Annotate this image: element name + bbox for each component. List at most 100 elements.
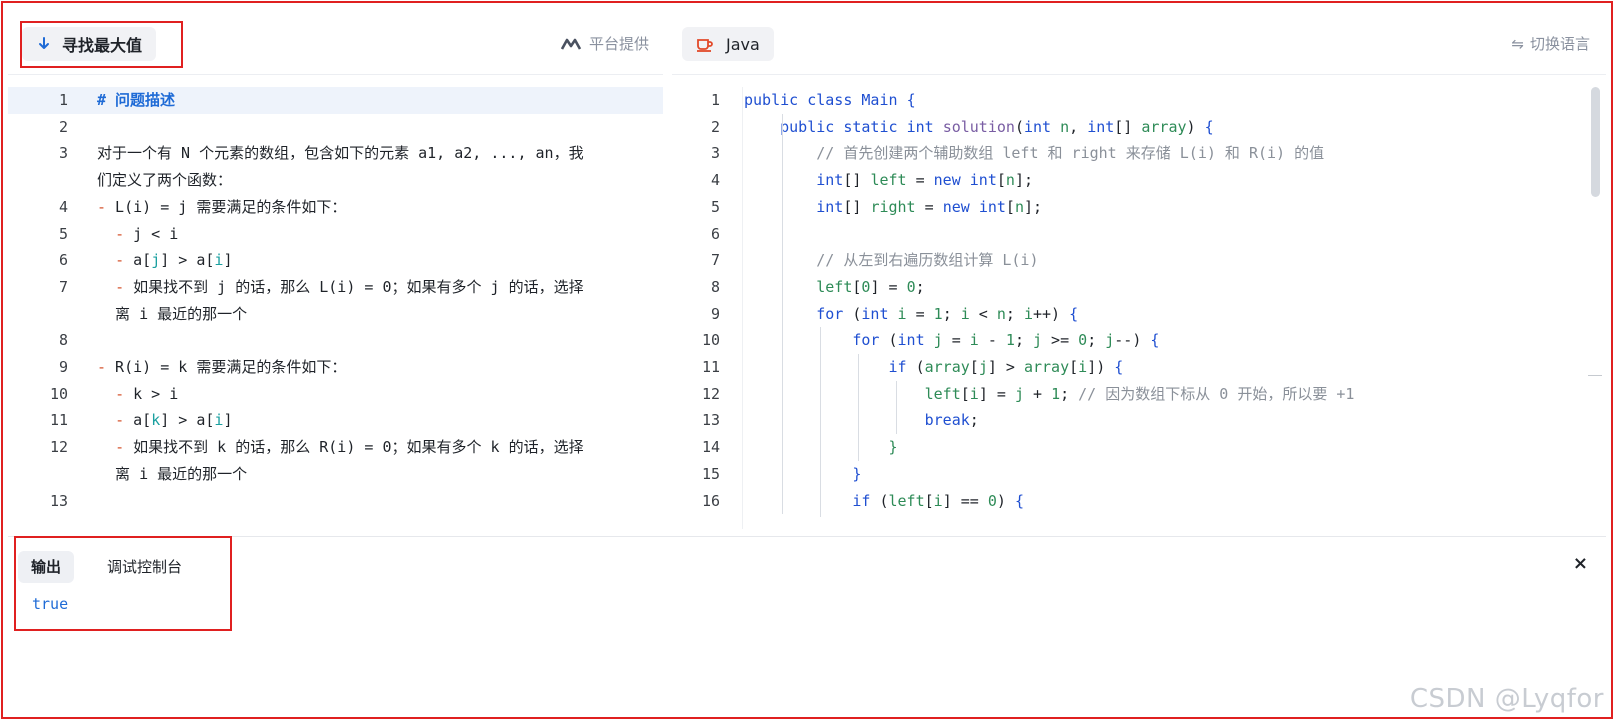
language-tab[interactable]: Java <box>682 27 774 61</box>
code-line: 2 public static int solution(int n, int[… <box>672 114 1606 141</box>
line-number: 7 <box>710 251 720 270</box>
code-line: 离 i 最近的那一个 <box>8 461 663 488</box>
problem-title-tab[interactable]: 寻找最大值 <box>22 27 157 61</box>
line-text: for (int i = 1; i < n; i++) { <box>816 304 1079 323</box>
swap-icon: ⇋ <box>1511 34 1524 53</box>
line-text: // 从左到右遍历数组计算 L(i) <box>816 251 1039 270</box>
code-line: 10 for (int j = i - 1; j >= 0; j--) { <box>672 327 1606 354</box>
code-line: 6 <box>672 221 1606 248</box>
line-number: 13 <box>49 491 68 510</box>
line-text: public static int solution(int n, int[] … <box>780 117 1214 136</box>
switch-language-button[interactable]: ⇋ 切换语言 <box>1511 33 1590 54</box>
code-line: 11 if (array[j] > array[i]) { <box>672 354 1606 381</box>
line-number: 9 <box>58 358 68 376</box>
line-number: 9 <box>710 304 720 323</box>
line-text: for (int j = i - 1; j >= 0; j--) { <box>852 331 1160 350</box>
line-text: left[0] = 0; <box>816 277 925 296</box>
code-line: 3 对于一个有 N 个元素的数组，包含如下的元素 a1, a2, ..., an，… <box>8 140 663 167</box>
code-line: 11 - a[k] > a[i] <box>8 407 663 434</box>
problem-editor[interactable]: 1 # 问题描述 2 3 对于一个有 N 个元素的数组，包含如下的元素 a1, a2, … <box>8 87 663 529</box>
line-number: 13 <box>701 411 720 430</box>
code-line: 10 - k > i <box>8 381 663 408</box>
line-number: 2 <box>58 117 68 136</box>
line-text: public class Main { <box>744 91 916 109</box>
output-panel: 输出 调试控制台 true × <box>8 536 1606 712</box>
line-number: 12 <box>701 384 720 403</box>
line-number: 8 <box>710 277 720 296</box>
code-editor[interactable]: 1 public class Main { 2 public static int … <box>672 87 1606 529</box>
code-line: 5 int[] right = new int[n]; <box>672 194 1606 221</box>
line-text: if (array[j] > array[i]) { <box>888 358 1124 376</box>
indent-guide <box>820 327 821 517</box>
output-text: true <box>32 595 69 613</box>
code-line: 4 - L(i) = j 需要满足的条件如下： <box>8 194 663 221</box>
code-line: 1 # 问题描述 <box>8 87 663 114</box>
close-icon[interactable]: × <box>1573 553 1588 574</box>
code-header: Java ⇋ 切换语言 <box>672 13 1606 75</box>
line-number: 16 <box>701 491 720 510</box>
line-text: left[i] = j + 1; // 因为数组下标从 0 开始，所以要 +1 <box>924 384 1355 403</box>
line-text: 离 i 最近的那一个 <box>97 464 248 483</box>
line-text: // 首先创建两个辅助数组 left 和 right 来存储 L(i) 和 R(… <box>816 144 1325 163</box>
line-number: 8 <box>58 331 68 350</box>
code-line: 8 <box>8 327 663 354</box>
line-text: - R(i) = k 需要满足的条件如下： <box>97 358 347 376</box>
line-number: 11 <box>701 358 720 376</box>
line-number: 4 <box>710 171 720 190</box>
line-text: break; <box>924 411 979 430</box>
line-number: 6 <box>58 251 68 270</box>
tab-output[interactable]: 输出 <box>18 551 75 583</box>
line-text: - 如果找不到 j 的话，那么 L(i) = 0；如果有多个 j 的话，选择 <box>115 277 584 296</box>
line-number: 1 <box>710 91 720 109</box>
provider-label: 平台提供 <box>588 35 649 53</box>
code-line: 5 - j < i <box>8 221 663 248</box>
coffee-cup-icon <box>697 39 713 52</box>
line-number: 2 <box>710 117 720 136</box>
line-number: 3 <box>58 144 68 163</box>
platform-logo-icon <box>560 38 582 50</box>
line-text: - a[j] > a[i] <box>115 251 233 270</box>
line-text: 们定义了两个函数： <box>97 171 233 190</box>
code-line: 4 int[] left = new int[n]; <box>672 167 1606 194</box>
arrow-down-icon <box>39 37 49 49</box>
line-text: int[] right = new int[n]; <box>816 197 1043 216</box>
code-line: 12 left[i] = j + 1; // 因为数组下标从 0 开始，所以要 … <box>672 381 1606 408</box>
tab-debug-console[interactable]: 调试控制台 <box>94 551 195 583</box>
line-text: int[] left = new int[n]; <box>816 171 1033 190</box>
line-number: 5 <box>710 197 720 216</box>
code-line: 12 - 如果找不到 k 的话，那么 R(i) = 0；如果有多个 k 的话，选… <box>8 434 663 461</box>
code-line: 6 - a[j] > a[i] <box>8 247 663 274</box>
line-text: 对于一个有 N 个元素的数组，包含如下的元素 a1, a2, ..., an，我 <box>97 144 584 163</box>
line-number: 1 <box>58 91 68 109</box>
problem-header: 寻找最大值 平台提供 <box>8 13 663 75</box>
problem-pane: 寻找最大值 平台提供 1 # 问题描述 2 3 对于一个有 N 个元素的数组，包含如下的… <box>8 13 663 529</box>
code-line: 离 i 最近的那一个 <box>8 301 663 328</box>
code-line: 9 - R(i) = k 需要满足的条件如下： <box>8 354 663 381</box>
provider-badge: 平台提供 <box>560 33 649 54</box>
line-text: - k > i <box>115 384 179 403</box>
line-number: 5 <box>58 224 68 243</box>
switch-language-label: 切换语言 <box>1529 35 1590 53</box>
line-number: 10 <box>49 384 68 403</box>
line-number: 3 <box>710 144 720 163</box>
line-number: 10 <box>701 331 720 350</box>
code-line: 15 } <box>672 461 1606 488</box>
line-text: - 如果找不到 k 的话，那么 R(i) = 0；如果有多个 k 的话，选择 <box>115 438 584 457</box>
watermark: CSDN @Lyqfor <box>1409 684 1604 714</box>
code-line: 14 } <box>672 434 1606 461</box>
code-line: 9 for (int i = 1; i < n; i++) { <box>672 301 1606 328</box>
code-line: 7 - 如果找不到 j 的话，那么 L(i) = 0；如果有多个 j 的话，选择 <box>8 274 663 301</box>
code-line: 3 // 首先创建两个辅助数组 left 和 right 来存储 L(i) 和 … <box>672 140 1606 167</box>
line-text: 离 i 最近的那一个 <box>97 304 248 323</box>
code-line: 7 // 从左到右遍历数组计算 L(i) <box>672 247 1606 274</box>
editor-scrollbar[interactable] <box>1591 87 1600 197</box>
line-number: 15 <box>701 464 720 483</box>
line-number: 11 <box>49 411 68 430</box>
code-line: 1 public class Main { <box>672 87 1606 114</box>
language-label: Java <box>726 34 760 54</box>
line-text: if (left[i] == 0) { <box>852 491 1024 510</box>
code-pane: Java ⇋ 切换语言 1 public class Main { 2 public… <box>672 13 1606 529</box>
line-number: 6 <box>710 224 720 243</box>
code-line: 13 break; <box>672 407 1606 434</box>
line-number: 14 <box>701 438 720 457</box>
